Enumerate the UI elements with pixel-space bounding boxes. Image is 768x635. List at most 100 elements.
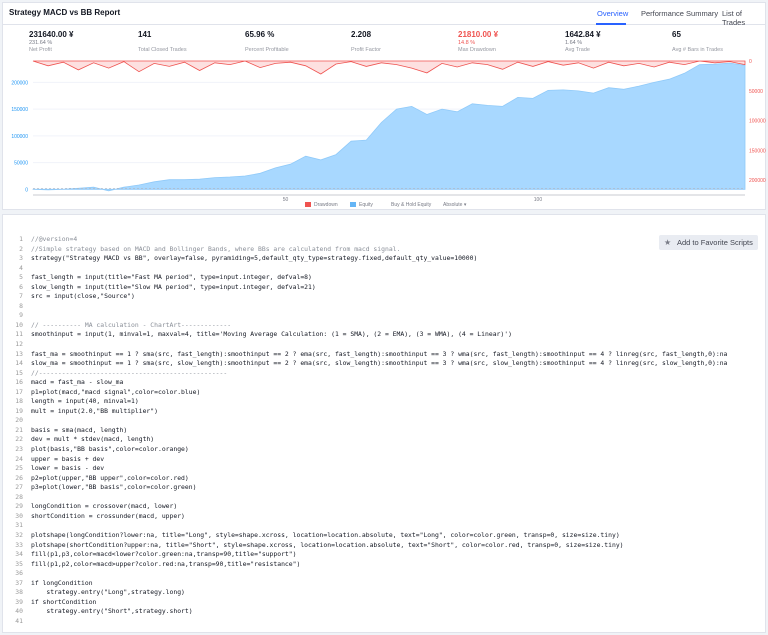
code-line: 3 strategy("Strategy MACD vs BB", overlay… bbox=[3, 254, 765, 264]
stat-value: 65.96 % bbox=[245, 30, 275, 39]
line-number: 26 bbox=[15, 473, 23, 482]
code-text: length = input(40, minval=1) bbox=[31, 397, 139, 406]
left-tick-label: 50000 bbox=[14, 161, 28, 167]
code-text: slow_length = input(title="Slow MA perio… bbox=[31, 282, 316, 291]
drawdown-area bbox=[32, 60, 746, 75]
line-number: 15 bbox=[15, 368, 23, 377]
strategy-report-panel: Strategy MACD vs BB Report Overview Perf… bbox=[2, 2, 766, 210]
code-text: shortCondition = crossunder(macd, upper) bbox=[31, 511, 185, 520]
tab-performance-summary[interactable]: Performance Summary bbox=[641, 9, 718, 18]
code-text: plotshape(longCondition?lower:na, title=… bbox=[31, 530, 620, 539]
stat-value: 2.208 bbox=[351, 30, 372, 39]
code-line: 26 p2=plot(upper,"BB upper",color=color.r… bbox=[3, 474, 765, 484]
stat-value: 65 bbox=[672, 30, 681, 39]
code-text: p2=plot(upper,"BB upper",color=color.red… bbox=[31, 473, 189, 482]
x-tick-label: 100 bbox=[534, 197, 543, 203]
code-line: 35 fill(p1,p2,color=macd>upper?color.red:… bbox=[3, 560, 765, 570]
x-tick-label: 50 bbox=[283, 197, 289, 203]
line-number: 4 bbox=[19, 263, 23, 272]
equity-chart: 50 100 0 50000 100000 150000 200000 0 50000 10000… bbox=[11, 59, 766, 203]
stat-label: Percent Profitable bbox=[245, 47, 289, 53]
code-line: 5 fast_length = input(title="Fast MA peri… bbox=[3, 273, 765, 283]
stat-value: 141 bbox=[138, 30, 152, 39]
right-tick-label: 0 bbox=[749, 59, 752, 65]
line-number: 20 bbox=[15, 416, 23, 425]
line-number: 19 bbox=[15, 406, 23, 415]
legend-buy-hold-label: Buy & Hold Equity bbox=[391, 202, 432, 208]
line-number: 1 bbox=[19, 235, 23, 243]
stat-sub: 231.64 % bbox=[29, 40, 53, 46]
line-number: 40 bbox=[15, 607, 23, 616]
line-number: 6 bbox=[19, 282, 23, 291]
absolute-select-label: Absolute bbox=[443, 202, 463, 208]
code-text: slow_ma = smoothinput == 1 ? sma(src, sl… bbox=[31, 359, 728, 368]
code-text: // ---------- MA calculation - ChartArt-… bbox=[31, 320, 232, 329]
stat-value: 231640.00 ¥ bbox=[29, 30, 74, 39]
legend-buy-hold[interactable]: Buy & Hold Equity bbox=[391, 202, 431, 208]
line-number: 33 bbox=[15, 540, 23, 549]
line-number: 38 bbox=[15, 588, 23, 597]
code-line: 18 length = input(40, minval=1) bbox=[3, 397, 765, 407]
stat-sub: 1.64 % bbox=[565, 40, 583, 46]
line-number: 11 bbox=[15, 330, 23, 339]
stat-net-profit: 231640.00 ¥231.64 % Net Profit bbox=[29, 30, 129, 54]
code-text: plot(basis,"BB basis",color=color.orange… bbox=[31, 445, 189, 454]
code-text: smoothinput = input(1, minval=1, maxval=… bbox=[31, 330, 512, 339]
code-line: 20 bbox=[3, 416, 765, 426]
code-lines: 1 //@version=4 2 //Simple strategy based on… bbox=[3, 235, 765, 626]
code-line: 23 plot(basis,"BB basis",color=color.oran… bbox=[3, 445, 765, 455]
code-text: if shortCondition bbox=[31, 597, 97, 606]
code-line: 30 shortCondition = crossunder(macd, uppe… bbox=[3, 512, 765, 522]
line-number: 9 bbox=[19, 311, 23, 320]
legend-drawdown[interactable]: Drawdown bbox=[305, 202, 338, 208]
line-number: 12 bbox=[15, 340, 23, 349]
code-text: macd = fast_ma - slow_ma bbox=[31, 378, 124, 387]
stat-label: Avg # Bars in Trades bbox=[672, 47, 723, 53]
code-line: 15 //------------------------------------… bbox=[3, 369, 765, 379]
code-line: 7 src = input(close,"Source") bbox=[3, 292, 765, 302]
code-line: 41 bbox=[3, 617, 765, 627]
code-text: upper = basis + dev bbox=[31, 454, 105, 463]
line-number: 28 bbox=[15, 492, 23, 501]
left-tick-label: 100000 bbox=[11, 134, 28, 140]
code-line: 2 //Simple strategy based on MACD and Bol… bbox=[3, 245, 765, 255]
tab-overview[interactable]: Overview bbox=[597, 9, 628, 18]
line-number: 34 bbox=[15, 550, 23, 559]
line-number: 16 bbox=[15, 378, 23, 387]
code-line: 16 macd = fast_ma - slow_ma bbox=[3, 378, 765, 388]
absolute-select[interactable]: Absolute ▾ bbox=[443, 202, 466, 208]
code-line: 34 fill(p1,p3,color=macd<lower?color.gree… bbox=[3, 550, 765, 560]
stat-value: 1642.84 ¥ bbox=[565, 30, 601, 39]
code-text: src = input(close,"Source") bbox=[31, 292, 135, 301]
line-number: 5 bbox=[19, 273, 23, 282]
stat-sub bbox=[672, 40, 768, 47]
code-line: 25 lower = basis - dev bbox=[3, 464, 765, 474]
code-text: basis = sma(macd, length) bbox=[31, 425, 128, 434]
tab-list-of-trades[interactable]: List of Trades bbox=[722, 9, 765, 27]
code-line: 29 longCondition = crossover(macd, lower) bbox=[3, 502, 765, 512]
stat-sub bbox=[245, 40, 345, 47]
legend-equity[interactable]: Equity bbox=[350, 202, 373, 208]
stat-sub bbox=[351, 40, 451, 47]
line-number: 2 bbox=[19, 244, 23, 253]
line-number: 35 bbox=[15, 559, 23, 568]
drawdown-swatch bbox=[305, 202, 311, 208]
code-text: fill(p1,p3,color=macd<lower?color.green:… bbox=[31, 550, 297, 559]
code-line: 14 slow_ma = smoothinput == 1 ? sma(src, … bbox=[3, 359, 765, 369]
code-line: 12 bbox=[3, 340, 765, 350]
line-number: 36 bbox=[15, 569, 23, 578]
stat-total-closed-trades: 141 Total Closed Trades bbox=[138, 30, 238, 54]
line-number: 7 bbox=[19, 292, 23, 301]
code-line: 40 strategy.entry("Short",strategy.short… bbox=[3, 607, 765, 617]
code-text: dev = mult * stdev(macd, length) bbox=[31, 435, 155, 444]
stat-max-drawdown: 21810.00 ¥14.8 % Max Drawdown bbox=[458, 30, 558, 54]
code-text: strategy.entry("Short",strategy.short) bbox=[31, 607, 193, 616]
code-text: p3=plot(lower,"BB basis",color=color.gre… bbox=[31, 483, 197, 492]
code-text: strategy.entry("Long",strategy.long) bbox=[31, 588, 185, 597]
code-text: p1=plot(macd,"macd signal",color=color.b… bbox=[31, 387, 201, 396]
stat-profit-factor: 2.208 Profit Factor bbox=[351, 30, 451, 54]
code-line: 4 bbox=[3, 264, 765, 274]
line-number: 21 bbox=[15, 425, 23, 434]
stat-sub bbox=[138, 40, 238, 47]
line-number: 3 bbox=[19, 254, 23, 263]
